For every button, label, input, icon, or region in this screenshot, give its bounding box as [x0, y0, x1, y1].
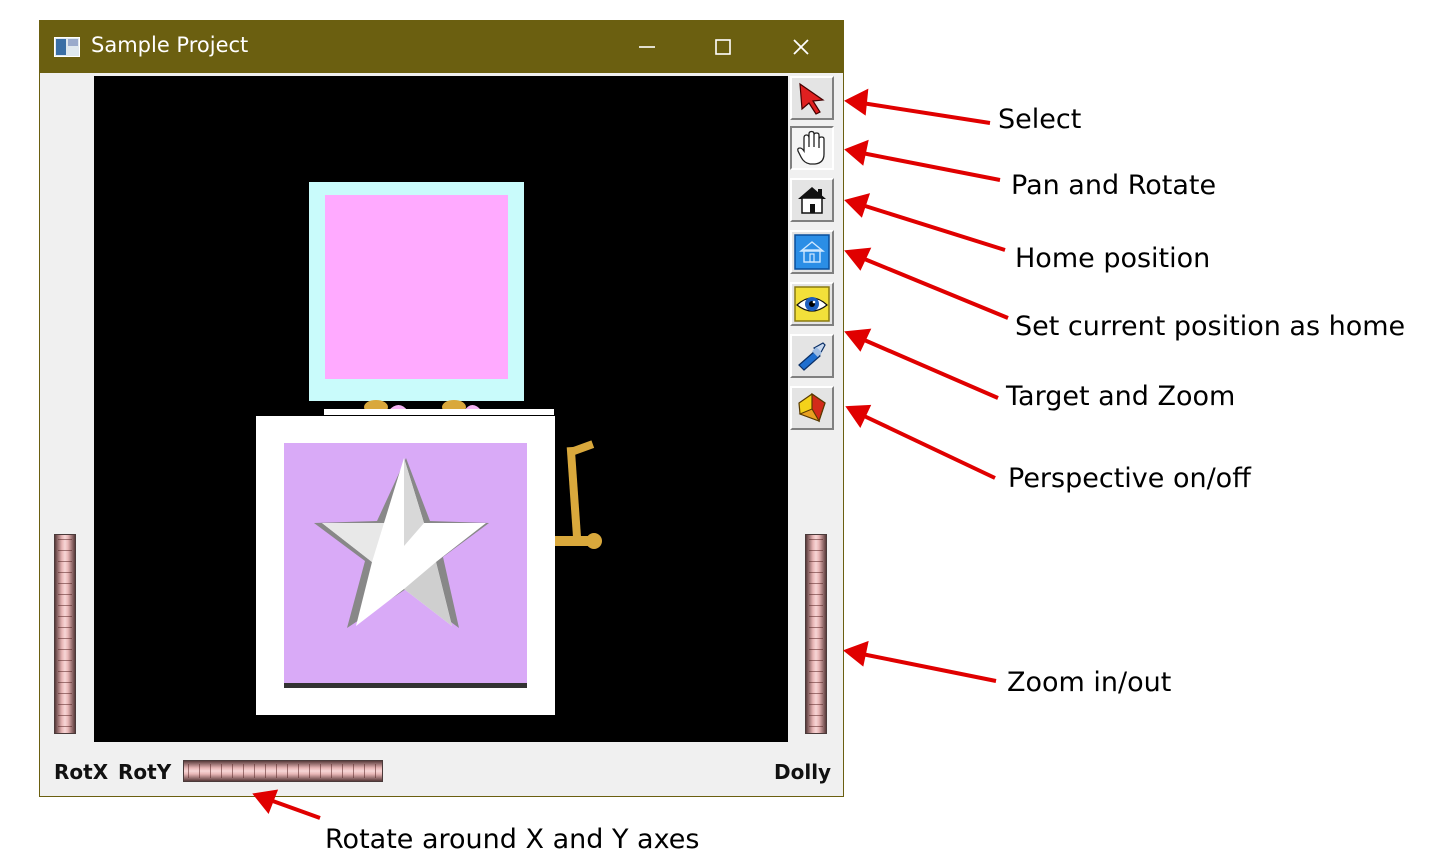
callout-select: Select: [998, 104, 1082, 135]
callout-home: Home position: [1015, 243, 1211, 274]
callout-perspective: Perspective on/off: [1008, 463, 1251, 494]
callout-zoom: Zoom in/out: [1007, 667, 1172, 698]
callout-pan-rotate: Pan and Rotate: [1011, 170, 1217, 201]
callout-set-home: Set current position as home: [1015, 311, 1406, 342]
annotation-arrows: [252, 88, 1009, 820]
callout-rotate-xy: Rotate around X and Y axes: [325, 824, 700, 855]
callout-target-zoom: Target and Zoom: [1006, 381, 1236, 412]
